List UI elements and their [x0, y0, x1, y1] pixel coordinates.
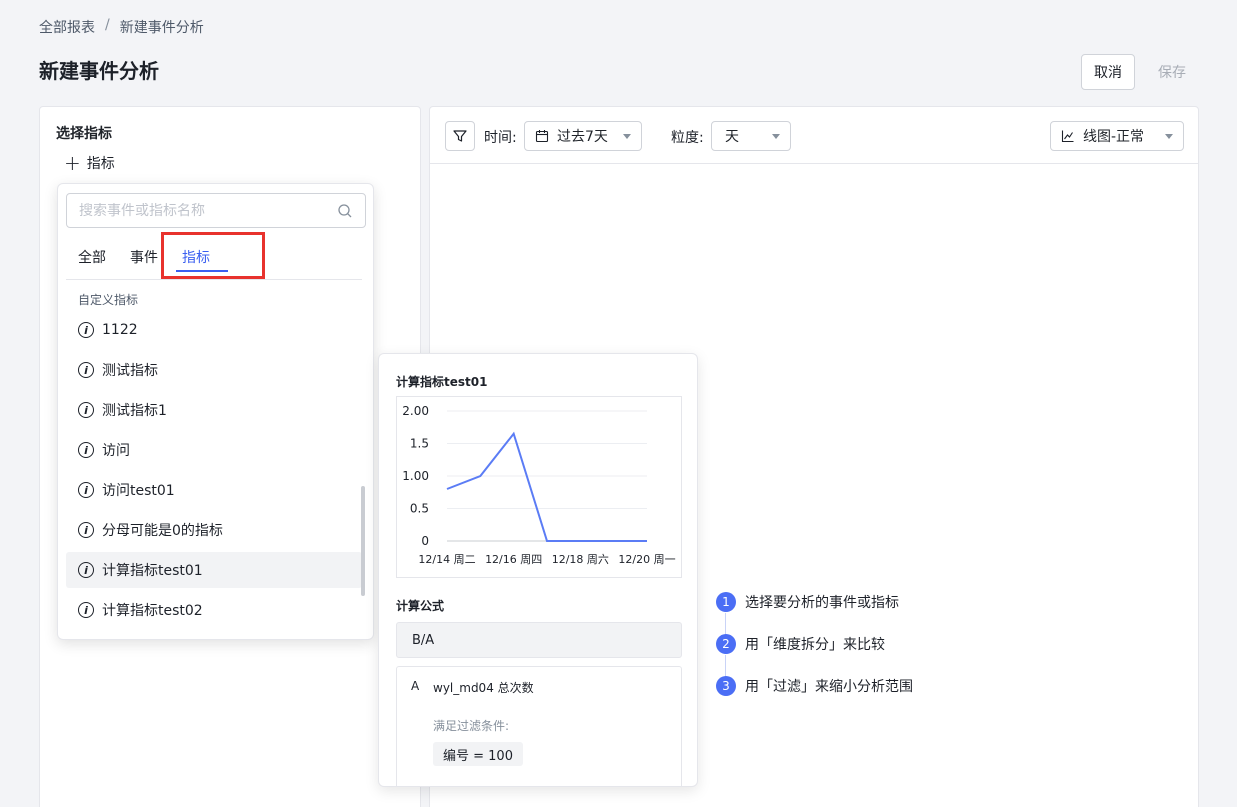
step-connector [725, 613, 726, 635]
filter-icon [453, 130, 467, 142]
line-chart-icon [1061, 130, 1074, 143]
chevron-down-icon [623, 133, 631, 139]
y-tick-label: 0 [421, 534, 429, 548]
step-connector [725, 655, 726, 677]
calendar-icon [535, 130, 549, 143]
tab-events[interactable]: 事件 [130, 247, 158, 267]
granularity-value: 天 [725, 129, 739, 145]
metric-preview-card: 计算指标test01 2.00 1.5 1.00 0.5 0 12/14 周二 12/16 … [378, 353, 698, 787]
search-input[interactable] [79, 202, 337, 219]
breadcrumb: 全部报表 / 新建事件分析 [39, 17, 204, 37]
list-item-label: 计算指标test02 [102, 603, 203, 619]
detail-filter-chip: 编号 = 100 [433, 742, 523, 766]
page-title: 新建事件分析 [39, 59, 159, 83]
search-icon [338, 203, 352, 217]
chart-type-select[interactable]: 线图-正常 [1050, 121, 1184, 151]
preview-chart: 2.00 1.5 1.00 0.5 0 12/14 周二 12/16 周四 12/18 周六 1… [396, 396, 682, 578]
x-tick-label: 12/18 周六 [552, 553, 609, 566]
detail-key: A [411, 679, 420, 693]
list-item-label: 测试指标 [102, 363, 158, 379]
metric-dropdown: 全部 事件 指标 自定义指标 i 1122 i 测试指标 i 测试指标1 i 访… [57, 183, 374, 640]
detail-name: wyl_md04 总次数 [433, 681, 534, 695]
y-tick-label: 2.00 [402, 404, 429, 418]
tab-all[interactable]: 全部 [78, 247, 106, 267]
list-item[interactable]: i 1122 [66, 312, 362, 348]
info-icon: i [78, 602, 94, 618]
info-icon: i [78, 562, 94, 578]
list-item[interactable]: i 分母可能是0的指标 [66, 512, 362, 548]
cancel-button[interactable]: 取消 [1081, 54, 1135, 90]
preview-title: 计算指标test01 [396, 375, 488, 389]
list-item[interactable]: i 测试指标1 [66, 392, 362, 428]
x-tick-label: 12/14 周二 [418, 553, 475, 566]
list-item[interactable]: i 计算指标test01 [66, 552, 362, 588]
step-number: 3 [716, 676, 736, 696]
chart-type-value: 线图-正常 [1083, 129, 1145, 145]
y-tick-label: 1.00 [402, 469, 429, 483]
y-tick-label: 1.5 [410, 437, 429, 451]
time-label: 时间: [484, 130, 517, 146]
series-line [446, 431, 647, 542]
dropdown-scrollbar[interactable] [361, 486, 365, 596]
plus-icon: + [64, 151, 81, 175]
list-item-label: 测试指标1 [102, 403, 167, 419]
info-icon: i [78, 322, 94, 338]
x-tick-label: 12/16 周四 [485, 553, 542, 566]
formula-value: B/A [396, 622, 682, 658]
metric-selector-title: 选择指标 [56, 126, 112, 142]
step-number: 1 [716, 592, 736, 612]
info-icon: i [78, 482, 94, 498]
line-chart: 2.00 1.5 1.00 0.5 0 12/14 周二 12/16 周四 12/18 周六 1… [402, 404, 675, 566]
step-number: 2 [716, 634, 736, 654]
list-item-label: 访问test01 [102, 483, 175, 499]
list-item-label: 计算指标test01 [102, 563, 203, 579]
chart-toolbar: 时间: 过去7天 粒度: 天 线图-正常 [430, 107, 1198, 164]
granularity-select[interactable]: 天 [711, 121, 791, 151]
step-label: 用「过滤」来缩小分析范围 [745, 679, 913, 695]
detail-filter-label: 满足过滤条件: [433, 719, 510, 733]
x-tick-label: 12/20 周一 [618, 553, 675, 566]
y-tick-label: 0.5 [410, 502, 429, 516]
breadcrumb-root[interactable]: 全部报表 [39, 17, 95, 37]
list-item[interactable]: i 访问 [66, 432, 362, 468]
chevron-down-icon [772, 133, 780, 139]
add-metric-label: 指标 [86, 156, 115, 172]
info-icon: i [78, 522, 94, 538]
step-item: 3 用「过滤」来缩小分析范围 [716, 676, 913, 696]
search-field[interactable] [66, 193, 366, 228]
filter-button[interactable] [445, 121, 475, 151]
formula-title: 计算公式 [396, 599, 445, 613]
group-title: 自定义指标 [78, 293, 139, 307]
save-button[interactable]: 保存 [1145, 54, 1199, 90]
list-item-label: 分母可能是0的指标 [102, 523, 223, 539]
time-range-select[interactable]: 过去7天 [524, 121, 642, 151]
step-label: 用「维度拆分」来比较 [745, 637, 885, 653]
step-item: 1 选择要分析的事件或指标 [716, 592, 899, 612]
step-label: 选择要分析的事件或指标 [745, 595, 899, 611]
time-range-value: 过去7天 [557, 129, 608, 145]
list-item-label: 1122 [102, 322, 138, 338]
list-item[interactable]: i 访问test01 [66, 472, 362, 508]
breadcrumb-separator: / [105, 17, 110, 33]
list-item[interactable]: i 计算指标test02 [66, 592, 362, 628]
info-icon: i [78, 362, 94, 378]
annotation-highlight-box [161, 232, 265, 279]
step-item: 2 用「维度拆分」来比较 [716, 634, 885, 654]
formula-detail: A wyl_md04 总次数 满足过滤条件: 编号 = 100 [396, 666, 682, 786]
breadcrumb-current: 新建事件分析 [119, 20, 204, 36]
add-metric-button[interactable]: + 指标 [64, 153, 115, 173]
granularity-label: 粒度: [671, 130, 704, 146]
info-icon: i [78, 442, 94, 458]
info-icon: i [78, 402, 94, 418]
list-item[interactable]: i 测试指标 [66, 352, 362, 388]
list-item-label: 访问 [102, 443, 130, 459]
chevron-down-icon [1165, 133, 1173, 139]
